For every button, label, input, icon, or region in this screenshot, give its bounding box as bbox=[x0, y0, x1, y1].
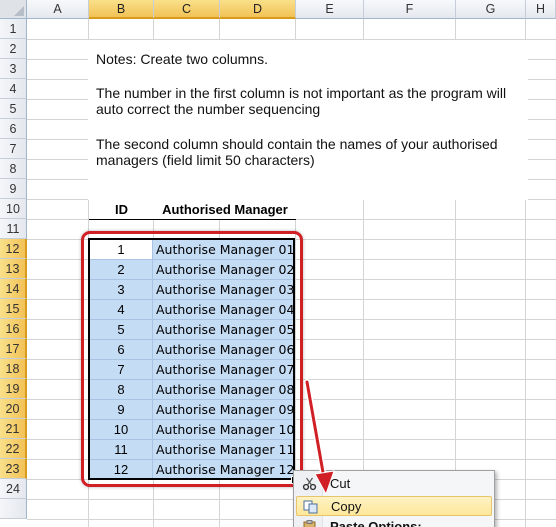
menu-item-cut[interactable]: Cut bbox=[296, 474, 492, 494]
column-header-g[interactable]: G bbox=[456, 0, 526, 19]
menu-item-paste-options[interactable]: Paste Options: bbox=[296, 517, 492, 527]
manager-cell[interactable]: Authorise Manager 09 bbox=[153, 400, 295, 420]
id-cell[interactable]: 10 bbox=[90, 420, 153, 440]
column-header-d[interactable]: D bbox=[220, 0, 296, 19]
table-row[interactable]: 1 Authorise Manager 01 bbox=[90, 240, 295, 260]
row-header-10[interactable]: 10 bbox=[0, 199, 27, 219]
id-cell[interactable]: 3 bbox=[90, 280, 153, 300]
row-header-9[interactable]: 9 bbox=[0, 179, 27, 199]
table-row[interactable]: 11 Authorise Manager 11 bbox=[90, 440, 295, 460]
row-header-24[interactable]: 24 bbox=[0, 479, 27, 499]
note-line-3: auto correct the number sequencing bbox=[96, 101, 321, 117]
id-cell[interactable]: 7 bbox=[90, 360, 153, 380]
row-header-2[interactable]: 2 bbox=[0, 39, 27, 59]
note-line-1: Notes: Create two columns. bbox=[96, 51, 268, 67]
menu-item-label: Cut bbox=[330, 476, 351, 491]
id-cell[interactable]: 8 bbox=[90, 380, 153, 400]
column-header-e[interactable]: E bbox=[296, 0, 364, 19]
row-header-12[interactable]: 12 bbox=[0, 239, 27, 259]
context-menu: Cut Copy Paste Options: bbox=[293, 470, 495, 527]
id-cell[interactable]: 4 bbox=[90, 300, 153, 320]
row-header-8[interactable]: 8 bbox=[0, 159, 27, 179]
row-header-17[interactable]: 17 bbox=[0, 339, 27, 359]
row-header-18[interactable]: 18 bbox=[0, 359, 27, 379]
row-header-14[interactable]: 14 bbox=[0, 279, 27, 299]
row-header-15[interactable]: 15 bbox=[0, 299, 27, 319]
table-row[interactable]: 10 Authorise Manager 10 bbox=[90, 420, 295, 440]
menu-item-label: Copy bbox=[331, 499, 362, 514]
row-header-19[interactable]: 19 bbox=[0, 379, 27, 399]
table-row[interactable]: 4 Authorise Manager 04 bbox=[90, 300, 295, 320]
manager-cell[interactable]: Authorise Manager 12 bbox=[153, 460, 295, 480]
table-row[interactable]: 12 Authorise Manager 12 bbox=[90, 460, 295, 480]
column-header-c[interactable]: C bbox=[154, 0, 220, 19]
table-row[interactable]: 3 Authorise Manager 03 bbox=[90, 280, 295, 300]
copy-icon bbox=[303, 500, 318, 514]
menu-item-copy[interactable]: Copy bbox=[296, 496, 492, 516]
table-row[interactable]: 2 Authorise Manager 02 bbox=[90, 260, 295, 280]
row-header-1[interactable]: 1 bbox=[0, 19, 27, 39]
manager-cell[interactable]: Authorise Manager 02 bbox=[153, 260, 295, 280]
manager-cell[interactable]: Authorise Manager 04 bbox=[153, 300, 295, 320]
id-cell[interactable]: 9 bbox=[90, 400, 153, 420]
id-cell[interactable]: 12 bbox=[90, 460, 153, 480]
header-authorised-manager[interactable]: Authorised Manager bbox=[154, 200, 296, 220]
id-cell[interactable]: 11 bbox=[90, 440, 153, 460]
row-header-6[interactable]: 6 bbox=[0, 119, 27, 139]
row-header-7[interactable]: 7 bbox=[0, 139, 27, 159]
table-row[interactable]: 5 Authorise Manager 05 bbox=[90, 320, 295, 340]
row-header-21[interactable]: 21 bbox=[0, 419, 27, 439]
table-row[interactable]: 8 Authorise Manager 08 bbox=[90, 380, 295, 400]
paste-icon bbox=[303, 520, 316, 527]
row-header-16[interactable]: 16 bbox=[0, 319, 27, 339]
table-row[interactable]: 6 Authorise Manager 06 bbox=[90, 340, 295, 360]
row-header-4[interactable]: 4 bbox=[0, 79, 27, 99]
manager-cell[interactable]: Authorise Manager 07 bbox=[153, 360, 295, 380]
column-header-f[interactable]: F bbox=[364, 0, 456, 19]
row-header-13[interactable]: 13 bbox=[0, 259, 27, 279]
column-header-h[interactable]: H bbox=[526, 0, 556, 19]
note-line-5: managers (field limit 50 characters) bbox=[96, 152, 315, 168]
scissors-icon bbox=[302, 477, 317, 491]
id-cell[interactable]: 1 bbox=[90, 240, 153, 260]
id-cell[interactable]: 5 bbox=[90, 320, 153, 340]
manager-cell[interactable]: Authorise Manager 05 bbox=[153, 320, 295, 340]
row-header-22[interactable]: 22 bbox=[0, 439, 27, 459]
id-cell[interactable]: 6 bbox=[90, 340, 153, 360]
row-header-5[interactable]: 5 bbox=[0, 99, 27, 119]
column-header-b[interactable]: B bbox=[89, 0, 154, 19]
table-row[interactable]: 9 Authorise Manager 09 bbox=[90, 400, 295, 420]
row-header-11[interactable]: 11 bbox=[0, 219, 27, 239]
id-cell[interactable]: 2 bbox=[90, 260, 153, 280]
column-header-a[interactable]: A bbox=[27, 0, 89, 19]
manager-cell[interactable]: Authorise Manager 10 bbox=[153, 420, 295, 440]
spreadsheet[interactable]: A B C D E F G H 1 2 3 4 5 6 7 8 9 10 11 … bbox=[0, 0, 556, 527]
header-id[interactable]: ID bbox=[89, 200, 154, 220]
manager-cell[interactable]: Authorise Manager 08 bbox=[153, 380, 295, 400]
manager-cell[interactable]: Authorise Manager 11 bbox=[153, 440, 295, 460]
row-header-20[interactable]: 20 bbox=[0, 399, 27, 419]
row-header-25 bbox=[0, 499, 27, 519]
row-header-23[interactable]: 23 bbox=[0, 459, 27, 479]
menu-item-label: Paste Options: bbox=[330, 519, 422, 527]
manager-cell[interactable]: Authorise Manager 06 bbox=[153, 340, 295, 360]
row-header-3[interactable]: 3 bbox=[0, 59, 27, 79]
select-all-corner[interactable] bbox=[0, 0, 27, 19]
table-row[interactable]: 7 Authorise Manager 07 bbox=[90, 360, 295, 380]
manager-cell[interactable]: Authorise Manager 01 bbox=[153, 240, 295, 260]
manager-cell[interactable]: Authorise Manager 03 bbox=[153, 280, 295, 300]
